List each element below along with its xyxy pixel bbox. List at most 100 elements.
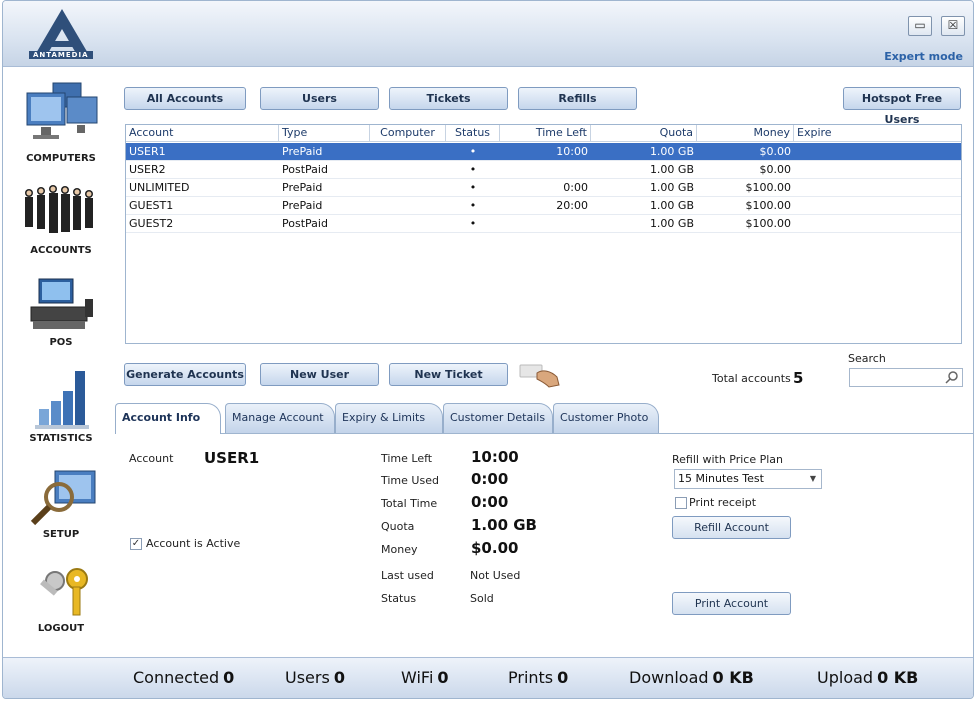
tab-manage-account[interactable]: Manage Account xyxy=(225,403,335,433)
pos-icon xyxy=(30,278,93,329)
wifi-label: WiFi xyxy=(401,668,434,687)
cell-quota: 1.00 GB xyxy=(649,145,694,158)
time-used-label: Time Used xyxy=(381,474,439,487)
download-stat: Download 0 KB xyxy=(629,668,754,687)
tab-customer-photo[interactable]: Customer Photo xyxy=(553,403,659,433)
refill-account-button[interactable]: Refill Account xyxy=(672,516,791,539)
app-window: ANTAMEDIA ▭ ☒ Expert mode COMPUTERS ACCO… xyxy=(2,0,974,699)
sidebar-label-logout: LOGOUT xyxy=(37,623,85,634)
status-value: Sold xyxy=(470,592,494,605)
cell-money: $100.00 xyxy=(745,181,792,194)
sidebar-item-pos[interactable]: POS xyxy=(11,275,111,348)
tab-customer-details[interactable]: Customer Details xyxy=(443,403,553,433)
search-icon[interactable] xyxy=(945,370,959,384)
sidebar-item-logout[interactable]: LOGOUT xyxy=(11,561,111,634)
cell-quota: 1.00 GB xyxy=(649,163,694,176)
table-row[interactable]: USER2 PostPaid • 1.00 GB $0.00 xyxy=(126,161,961,179)
cell-time-left: 20:00 xyxy=(556,199,588,212)
table-row[interactable]: GUEST2 PostPaid • 1.00 GB $100.00 xyxy=(126,215,961,233)
users-label: Users xyxy=(285,668,330,687)
cell-account: USER1 xyxy=(129,145,166,158)
refill-plan-select[interactable]: 15 Minutes Test ▼ xyxy=(674,469,822,489)
total-time-value: 0:00 xyxy=(471,493,509,511)
cell-status: • xyxy=(469,199,477,212)
column-header-quota[interactable]: Quota xyxy=(591,125,697,142)
account-active-checkbox[interactable]: ✓ xyxy=(130,538,142,550)
cell-account: GUEST1 xyxy=(129,199,174,212)
sidebar-item-computers[interactable]: COMPUTERS xyxy=(11,79,111,164)
sidebar-label-computers: COMPUTERS xyxy=(26,153,96,164)
refills-button[interactable]: Refills xyxy=(518,87,637,110)
new-user-button[interactable]: New User xyxy=(260,363,379,386)
wifi-value: 0 xyxy=(437,668,449,687)
account-label: Account xyxy=(129,452,174,465)
time-left-value: 10:00 xyxy=(471,448,519,466)
cell-money: $100.00 xyxy=(745,217,792,230)
refill-plan-value: 15 Minutes Test xyxy=(678,472,764,485)
last-used-label: Last used xyxy=(381,569,434,582)
download-label: Download xyxy=(629,668,709,687)
accounts-table[interactable]: Account Type Computer Status Time Left Q… xyxy=(125,124,962,344)
print-account-button[interactable]: Print Account xyxy=(672,592,791,615)
table-row[interactable]: GUEST1 PrePaid • 20:00 1.00 GB $100.00 xyxy=(126,197,961,215)
expert-mode-link[interactable]: Expert mode xyxy=(884,50,963,63)
sidebar-item-accounts[interactable]: ACCOUNTS xyxy=(11,179,111,256)
accounts-icon xyxy=(25,185,93,233)
sidebar-label-statistics: STATISTICS xyxy=(29,433,93,444)
all-accounts-button[interactable]: All Accounts xyxy=(124,87,246,110)
new-ticket-button[interactable]: New Ticket xyxy=(389,363,508,386)
print-receipt-checkbox[interactable] xyxy=(675,497,687,509)
sidebar-item-setup[interactable]: SETUP xyxy=(11,467,111,540)
table-row[interactable]: UNLIMITED PrePaid • 0:00 1.00 GB $100.00 xyxy=(126,179,961,197)
print-receipt-label[interactable]: Print receipt xyxy=(689,496,756,509)
download-value: 0 KB xyxy=(712,668,754,687)
chevron-down-icon: ▼ xyxy=(809,474,816,483)
last-used-value: Not Used xyxy=(470,569,521,582)
column-header-computer[interactable]: Computer xyxy=(370,125,446,142)
sidebar-label-pos: POS xyxy=(49,337,73,348)
tickets-button[interactable]: Tickets xyxy=(389,87,508,110)
total-time-label: Total Time xyxy=(381,497,438,510)
account-active-label[interactable]: Account is Active xyxy=(146,537,240,550)
table-header: Account Type Computer Status Time Left Q… xyxy=(126,125,961,142)
close-button[interactable]: ☒ xyxy=(941,16,965,36)
status-bar: Connected 0 Users 0 WiFi 0 Prints 0 Download… xyxy=(3,657,973,698)
tabs-baseline xyxy=(115,433,973,434)
users-button[interactable]: Users xyxy=(260,87,379,110)
cell-type: PostPaid xyxy=(282,217,328,230)
wifi-stat: WiFi 0 xyxy=(401,668,449,687)
column-header-status[interactable]: Status xyxy=(446,125,500,142)
upload-value: 0 KB xyxy=(877,668,919,687)
column-header-account[interactable]: Account xyxy=(126,125,279,142)
cell-account: UNLIMITED xyxy=(129,181,190,194)
users-stat: Users 0 xyxy=(285,668,345,687)
generate-accounts-button[interactable]: Generate Accounts xyxy=(124,363,246,386)
total-accounts-label: Total accounts xyxy=(712,372,791,385)
cell-money: $100.00 xyxy=(745,199,792,212)
cell-type: PrePaid xyxy=(282,181,323,194)
sidebar-label-accounts: ACCOUNTS xyxy=(30,245,92,256)
time-left-label: Time Left xyxy=(381,452,433,465)
minimize-button[interactable]: ▭ xyxy=(908,16,932,36)
users-value: 0 xyxy=(333,668,345,687)
connected-stat: Connected 0 xyxy=(133,668,234,687)
column-header-expire[interactable]: Expire xyxy=(794,125,961,142)
table-row[interactable]: USER1 PrePaid • 10:00 1.00 GB $0.00 xyxy=(126,143,961,161)
cell-time-left: 0:00 xyxy=(563,181,588,194)
cell-account: USER2 xyxy=(129,163,166,176)
cell-time-left xyxy=(500,215,591,233)
cell-status: • xyxy=(469,217,477,230)
tab-account-info[interactable]: Account Info xyxy=(115,403,221,434)
setup-icon xyxy=(30,470,96,526)
sidebar-item-statistics[interactable]: STATISTICS xyxy=(11,367,111,444)
hotspot-free-users-button[interactable]: Hotspot Free Users xyxy=(843,87,961,126)
cell-type: PostPaid xyxy=(282,163,328,176)
column-header-time-left[interactable]: Time Left xyxy=(500,125,591,142)
time-used-value: 0:00 xyxy=(471,470,509,488)
cell-time-left: 10:00 xyxy=(556,145,588,158)
column-header-money[interactable]: Money xyxy=(697,125,794,142)
tab-expiry-limits[interactable]: Expiry & Limits xyxy=(335,403,443,433)
column-header-type[interactable]: Type xyxy=(279,125,370,142)
cell-status: • xyxy=(469,145,477,158)
cell-quota: 1.00 GB xyxy=(649,217,694,230)
